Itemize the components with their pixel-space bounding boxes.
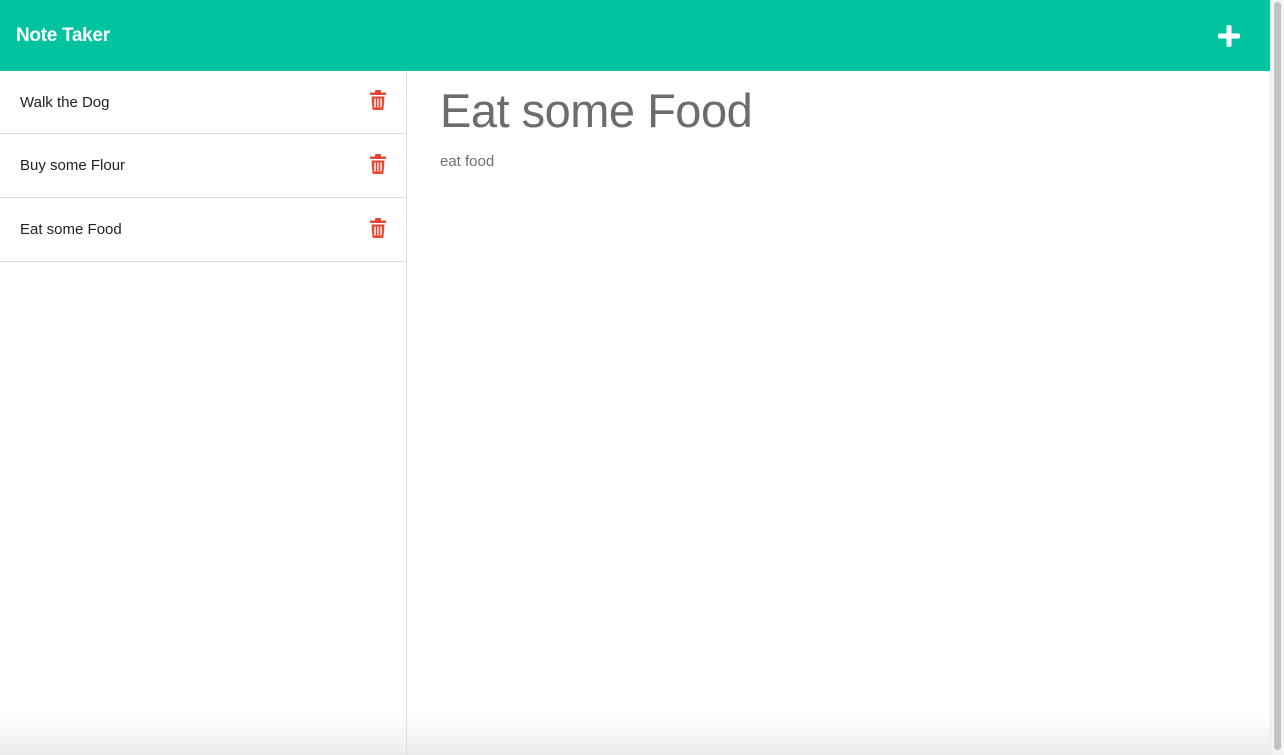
note-list-item[interactable]: Eat some Food <box>0 198 406 262</box>
note-list-item-title[interactable]: Walk the Dog <box>20 94 109 111</box>
note-list-item-title[interactable]: Eat some Food <box>20 221 122 238</box>
navbar: Note Taker <box>0 0 1270 71</box>
page-scrollbar[interactable] <box>1270 0 1284 755</box>
note-editor: Eat some Food eat food <box>408 71 1270 755</box>
note-list-item[interactable]: Buy some Flour <box>0 134 406 198</box>
new-note-button[interactable] <box>1216 23 1242 49</box>
trash-icon[interactable] <box>370 153 386 174</box>
note-list-item-title[interactable]: Buy some Flour <box>20 157 125 174</box>
app-window: Note Taker Walk the Dog Buy some Flour E… <box>0 0 1284 755</box>
app-title[interactable]: Note Taker <box>16 25 110 47</box>
notes-sidebar: Walk the Dog Buy some Flour Eat some Foo… <box>0 71 407 755</box>
note-list-item[interactable]: Walk the Dog <box>0 71 406 134</box>
plus-icon <box>1218 24 1240 47</box>
note-text-field[interactable]: eat food <box>440 153 494 170</box>
trash-icon[interactable] <box>370 217 386 238</box>
trash-icon[interactable] <box>370 90 386 110</box>
note-title-field[interactable]: Eat some Food <box>440 83 753 138</box>
scrollbar-thumb[interactable] <box>1274 2 1281 750</box>
